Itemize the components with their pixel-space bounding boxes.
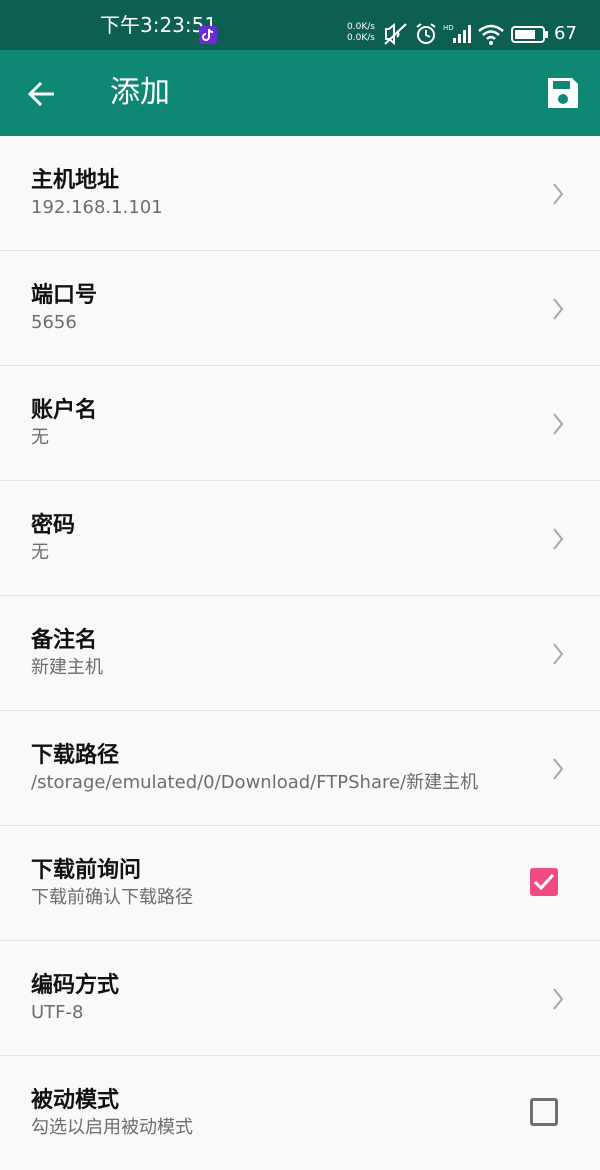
save-button[interactable]	[540, 70, 586, 116]
app-bar: 添加	[0, 50, 600, 136]
setting-title: 主机地址	[31, 168, 120, 193]
tiktok-icon	[199, 26, 217, 44]
setting-account-name[interactable]: 账户名 无	[0, 366, 600, 481]
net-speed-down: 0.0K/s	[347, 33, 375, 43]
check-icon	[533, 873, 555, 891]
setting-encoding[interactable]: 编码方式 UTF-8	[0, 941, 600, 1056]
setting-title: 被动模式	[31, 1088, 120, 1113]
alarm-icon	[416, 23, 436, 44]
chevron-right-icon	[553, 413, 564, 435]
arrow-left-icon	[27, 81, 54, 107]
chevron-right-icon	[553, 298, 564, 320]
setting-value: 无	[31, 542, 49, 563]
setting-value: /storage/emulated/0/Download/FTPShare/新建…	[31, 772, 479, 793]
chevron-right-icon	[553, 183, 564, 205]
setting-value: 新建主机	[31, 657, 103, 678]
setting-passive-mode[interactable]: 被动模式 勾选以启用被动模式	[0, 1056, 600, 1170]
passive-mode-checkbox[interactable]	[530, 1098, 558, 1126]
svg-text:HD: HD	[443, 24, 454, 32]
chevron-right-icon	[553, 758, 564, 780]
battery-level: 67	[554, 23, 577, 44]
setting-host-address[interactable]: 主机地址 192.168.1.101	[0, 136, 600, 251]
chevron-right-icon	[553, 988, 564, 1010]
setting-value: 勾选以启用被动模式	[31, 1117, 193, 1138]
setting-value: 下载前确认下载路径	[31, 887, 193, 908]
setting-value: 5656	[31, 312, 77, 333]
setting-ask-before-download[interactable]: 下载前询问 下载前确认下载路径	[0, 826, 600, 941]
setting-value: UTF-8	[31, 1002, 84, 1023]
battery-icon	[511, 26, 548, 43]
setting-password[interactable]: 密码 无	[0, 481, 600, 596]
setting-port[interactable]: 端口号 5656	[0, 251, 600, 366]
setting-title: 下载前询问	[31, 858, 142, 883]
setting-title: 备注名	[31, 628, 98, 653]
net-speed-up: 0.0K/s	[347, 22, 375, 32]
status-bar: 下午3:23:51 0.0K/s 0.0K/s HD 67	[0, 0, 600, 50]
setting-download-path[interactable]: 下载路径 /storage/emulated/0/Download/FTPSha…	[0, 711, 600, 826]
setting-title: 编码方式	[31, 973, 120, 998]
page-title: 添加	[110, 75, 170, 110]
save-icon	[548, 78, 578, 108]
chevron-right-icon	[553, 643, 564, 665]
setting-title: 账户名	[31, 398, 98, 423]
chevron-right-icon	[553, 528, 564, 550]
hd-signal-icon: HD	[443, 24, 471, 43]
setting-title: 密码	[31, 513, 76, 538]
wifi-icon	[478, 24, 504, 45]
ask-before-download-checkbox[interactable]	[530, 868, 558, 896]
settings-list: 主机地址 192.168.1.101 端口号 5656 账户名 无 密码 无 备…	[0, 136, 600, 1170]
setting-value: 192.168.1.101	[31, 197, 163, 218]
network-speed: 0.0K/s 0.0K/s	[347, 22, 375, 44]
setting-title: 端口号	[31, 283, 98, 308]
setting-value: 无	[31, 427, 49, 448]
setting-remark-name[interactable]: 备注名 新建主机	[0, 596, 600, 711]
mute-icon	[384, 22, 407, 46]
setting-title: 下载路径	[31, 743, 120, 768]
back-button[interactable]	[24, 74, 64, 114]
